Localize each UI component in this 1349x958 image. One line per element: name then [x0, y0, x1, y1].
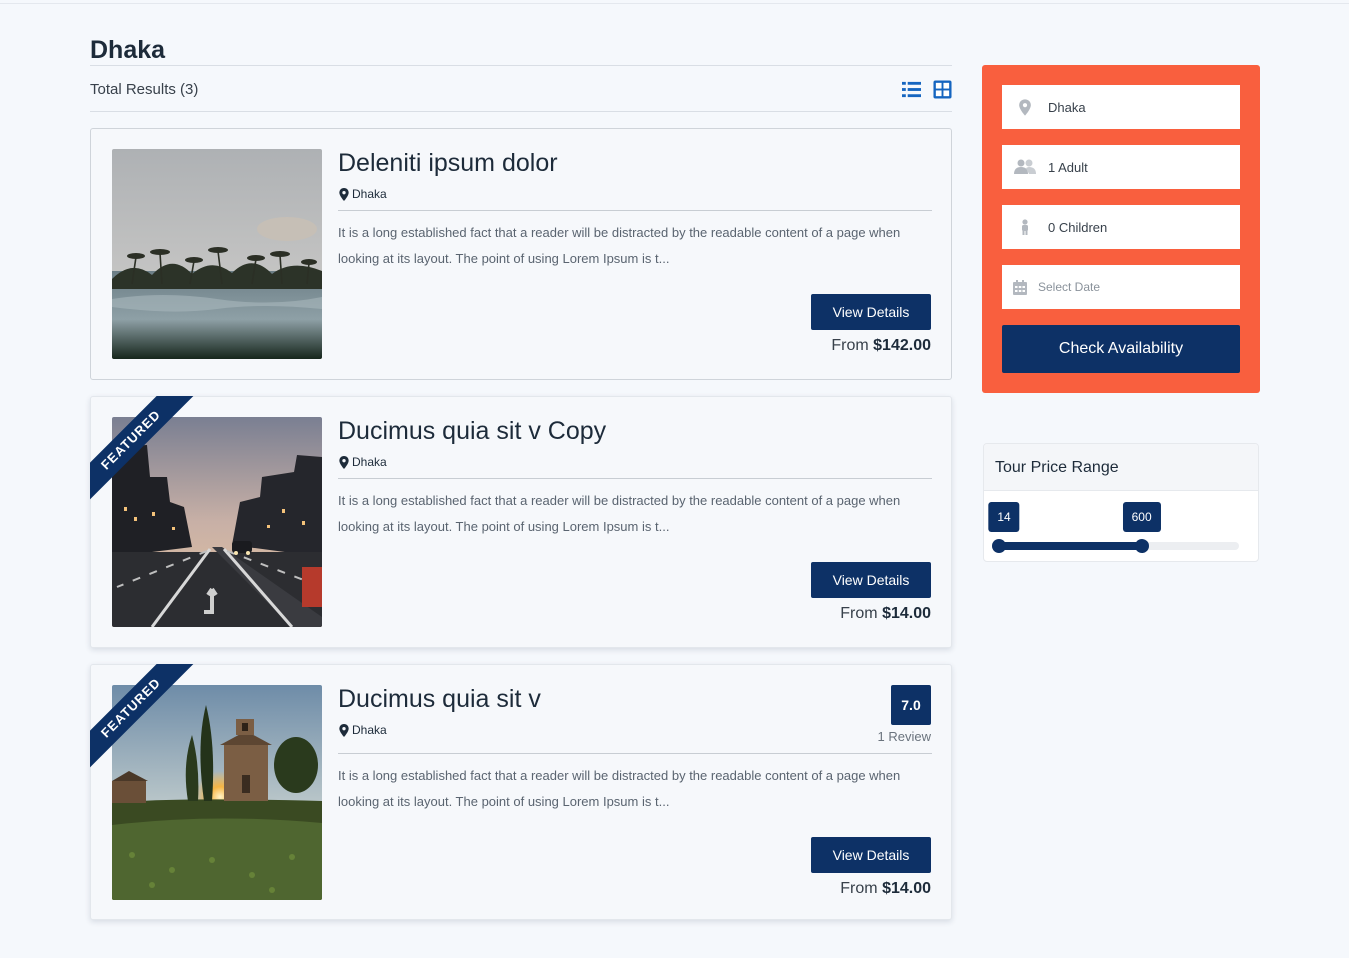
- adults-field[interactable]: [1002, 145, 1240, 189]
- tour-description: It is a long established fact that a rea…: [338, 225, 901, 266]
- date-field[interactable]: [1002, 265, 1240, 309]
- price-range-fill: [999, 542, 1142, 550]
- title-divider: [90, 65, 952, 66]
- tour-card: Deleniti ipsum dolor Dhaka It is a long …: [90, 128, 952, 380]
- price-value: $14.00: [882, 605, 931, 622]
- tour-title[interactable]: Ducimus quia sit v: [338, 685, 541, 714]
- tour-price: From $14.00: [840, 880, 931, 898]
- tour-description: It is a long established fact that a rea…: [338, 493, 901, 534]
- map-pin-icon: [1019, 98, 1031, 116]
- max-price-handle[interactable]: [1134, 539, 1149, 553]
- tour-price: From $14.00: [840, 605, 931, 623]
- beach-palms-image[interactable]: [112, 149, 322, 359]
- children-input[interactable]: [1048, 219, 1228, 235]
- header-divider: [90, 111, 952, 112]
- child-icon: [1022, 219, 1028, 235]
- tour-price: From $142.00: [831, 337, 931, 355]
- price-prefix: From: [840, 605, 878, 622]
- tour-title[interactable]: Deleniti ipsum dolor: [338, 149, 558, 178]
- card-divider: [338, 210, 932, 211]
- city-street-image[interactable]: [112, 417, 322, 627]
- check-availability-button[interactable]: Check Availability: [1002, 325, 1240, 373]
- min-price-handle[interactable]: [992, 539, 1006, 553]
- tour-location: Dhaka: [338, 455, 387, 469]
- price-value: $142.00: [873, 337, 931, 354]
- price-range-slider[interactable]: [992, 539, 1239, 553]
- price-range-title: Tour Price Range: [984, 444, 1258, 491]
- view-details-button[interactable]: View Details: [811, 294, 931, 330]
- countryside-chapel-image[interactable]: [112, 685, 322, 900]
- total-results: Total Results (3): [90, 81, 199, 98]
- page-title: Dhaka: [90, 36, 166, 64]
- tour-card: FEATURED Ducimus quia sit v Dhaka 7.0 1 …: [90, 664, 952, 920]
- rating-badge: 7.0: [891, 685, 931, 725]
- users-icon: [1014, 159, 1036, 174]
- tour-title[interactable]: Ducimus quia sit v Copy: [338, 417, 606, 446]
- location-field[interactable]: [1002, 85, 1240, 129]
- min-price-tooltip: 14: [988, 502, 1020, 532]
- view-details-button[interactable]: View Details: [811, 837, 931, 873]
- date-input[interactable]: [1038, 280, 1218, 294]
- review-count[interactable]: 1 Review: [878, 729, 931, 744]
- tour-description: It is a long established fact that a rea…: [338, 768, 901, 809]
- tour-location: Dhaka: [338, 723, 387, 737]
- tour-location-label: Dhaka: [352, 187, 387, 201]
- calendar-icon: [1013, 279, 1027, 295]
- max-price-tooltip: 600: [1122, 502, 1161, 532]
- card-divider: [338, 478, 932, 479]
- card-divider: [338, 753, 932, 754]
- availability-search-form: Check Availability: [982, 65, 1260, 393]
- adults-input[interactable]: [1048, 159, 1228, 175]
- list-icon[interactable]: [902, 80, 921, 99]
- price-value: $14.00: [882, 880, 931, 897]
- map-pin-icon: [339, 187, 349, 201]
- location-input[interactable]: [1048, 99, 1228, 115]
- tour-location: Dhaka: [338, 187, 387, 201]
- price-range-widget: Tour Price Range 14 600: [983, 443, 1259, 562]
- map-pin-icon: [339, 723, 349, 737]
- grid-icon[interactable]: [933, 80, 952, 99]
- view-details-button[interactable]: View Details: [811, 562, 931, 598]
- price-prefix: From: [840, 880, 878, 897]
- tour-card: FEATURED Ducimus quia sit v Copy Dhaka I…: [90, 396, 952, 648]
- map-pin-icon: [339, 455, 349, 469]
- top-divider: [0, 3, 1349, 4]
- price-prefix: From: [831, 337, 869, 354]
- view-toggle: [902, 80, 952, 99]
- children-field[interactable]: [1002, 205, 1240, 249]
- tour-location-label: Dhaka: [352, 455, 387, 469]
- tour-location-label: Dhaka: [352, 723, 387, 737]
